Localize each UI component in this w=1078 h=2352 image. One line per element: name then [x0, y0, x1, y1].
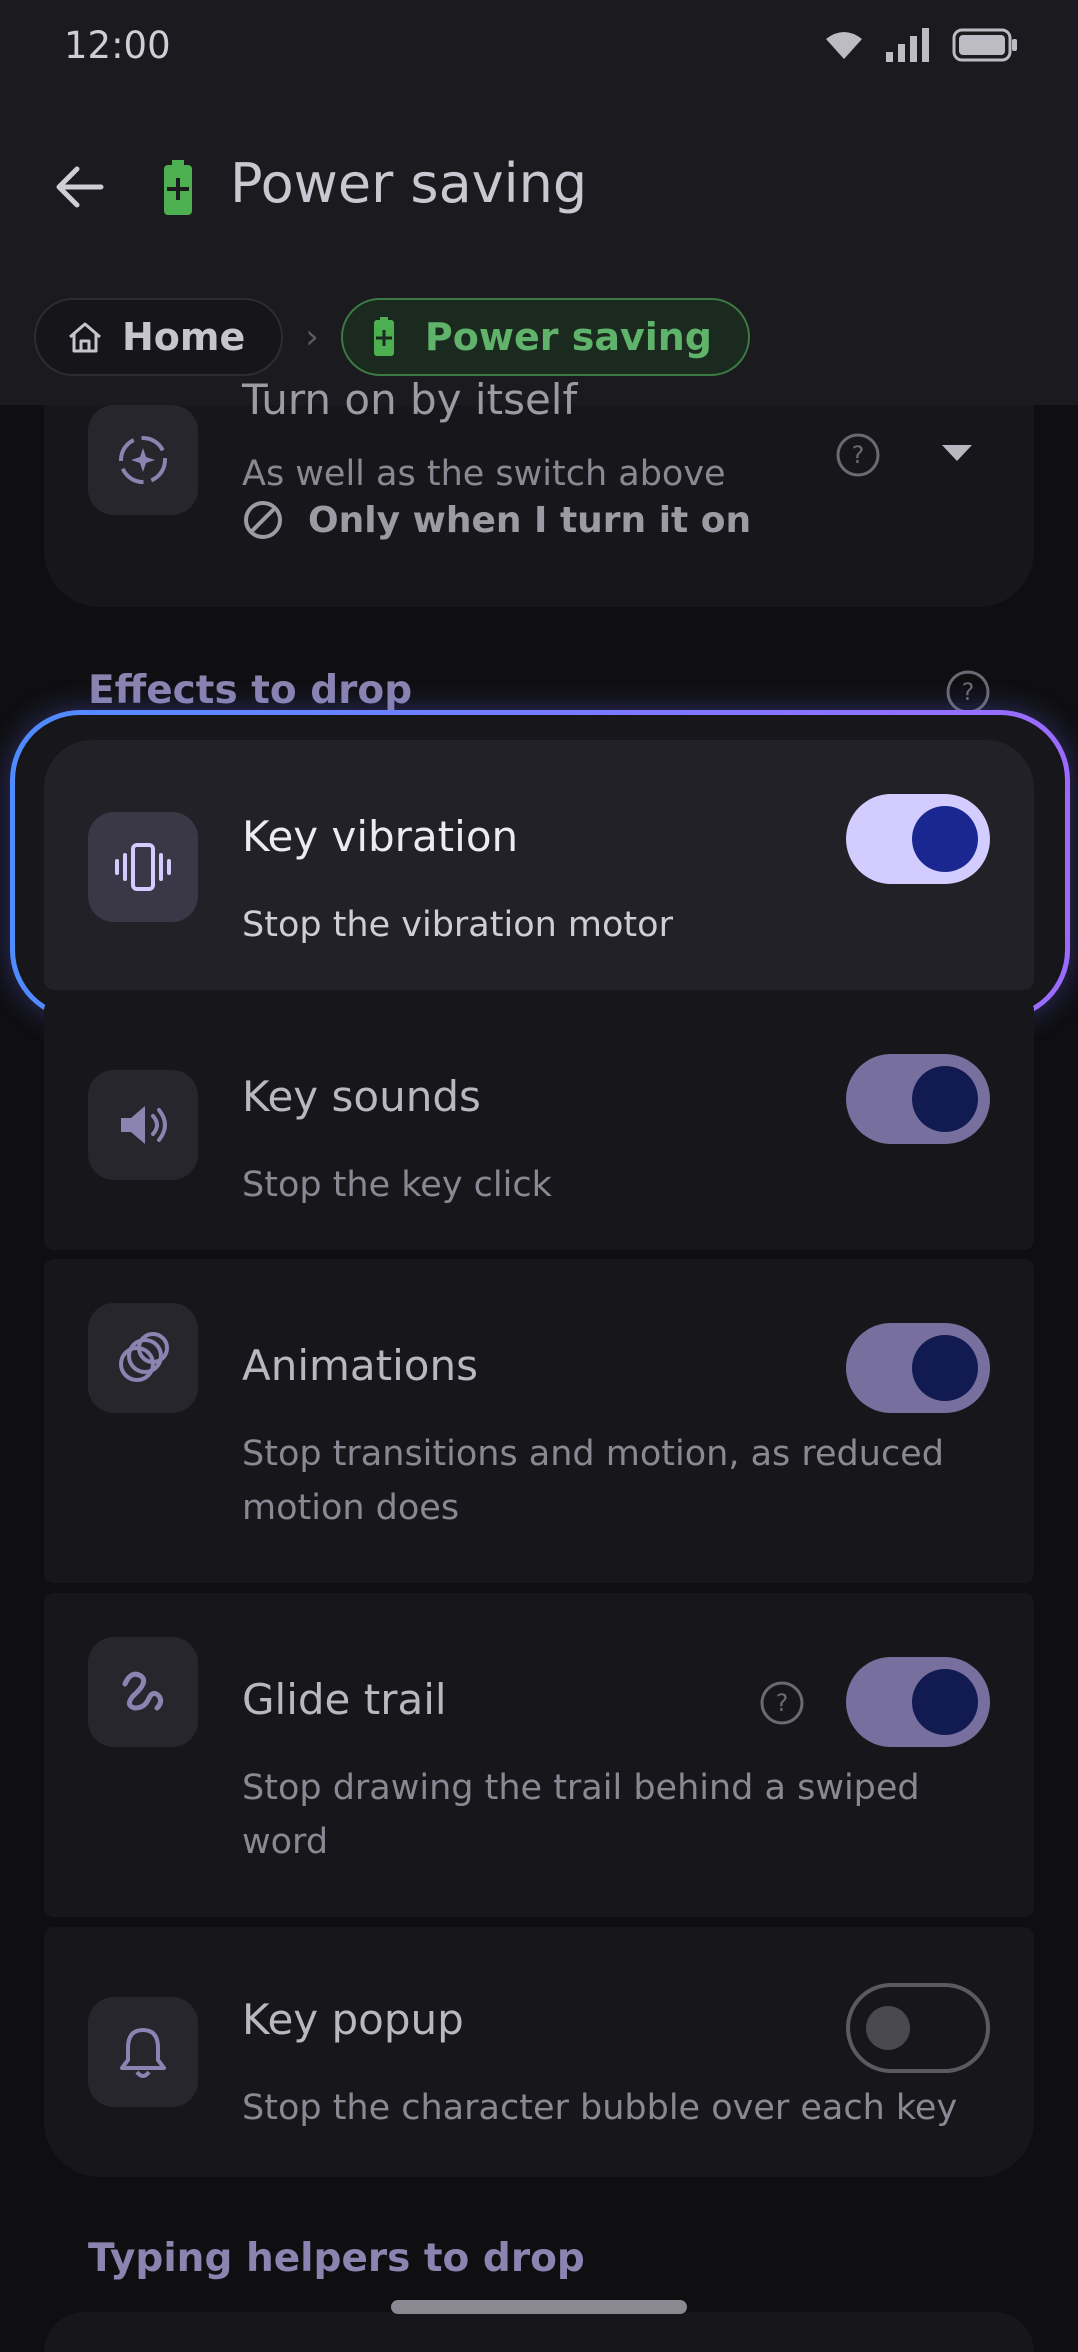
- effect-icon-box: [88, 1997, 198, 2107]
- block-icon: [244, 501, 282, 539]
- effect-toggle-key-popup[interactable]: [846, 1983, 990, 2073]
- page-title: Power saving: [230, 152, 588, 215]
- breadcrumb-current-label: Power saving: [424, 315, 713, 359]
- effect-icon-box: [88, 812, 198, 922]
- effect-subtitle: Stop transitions and motion, as reduced …: [242, 1434, 944, 1528]
- battery-status-icon: [952, 28, 1017, 62]
- svg-text:?: ?: [962, 678, 975, 706]
- section-title-typing: Typing helpers to drop: [88, 2236, 585, 2281]
- help-icon[interactable]: ?: [758, 1679, 806, 1727]
- breadcrumb: Home › Power saving: [34, 298, 751, 376]
- wifi-icon: [826, 32, 862, 59]
- status-icons: [824, 28, 1018, 62]
- dropdown-arrow-icon[interactable]: [940, 443, 974, 463]
- toggle-knob: [912, 806, 978, 872]
- animation-icon: [119, 1332, 169, 1382]
- auto-on-value-label: Only when I turn it on: [308, 499, 752, 541]
- effect-subtitle: Stop the character bubble over each key: [242, 2088, 958, 2128]
- svg-text:?: ?: [852, 441, 865, 469]
- effect-toggle-key-sounds[interactable]: [846, 1054, 990, 1144]
- toggle-knob: [912, 1066, 978, 1132]
- effect-row-key-popup[interactable]: Key popup Stop the character bubble over…: [44, 1927, 1034, 2177]
- effect-icon-box: [88, 1303, 198, 1413]
- home-icon: [69, 322, 101, 353]
- bell-icon: [120, 2028, 166, 2078]
- effect-row-glide-trail[interactable]: Glide trail Stop drawing the trail behin…: [44, 1593, 1034, 1917]
- auto-on-title: Turn on by itself: [242, 375, 578, 424]
- effect-title: Animations: [242, 1341, 479, 1390]
- effect-toggle-glide-trail[interactable]: [846, 1657, 990, 1747]
- breadcrumb-current[interactable]: Power saving: [340, 298, 751, 376]
- typing-helpers-card: [44, 2312, 1034, 2352]
- effect-subtitle: Stop the key click: [242, 1165, 552, 1205]
- effect-subtitle: Stop drawing the trail behind a swiped w…: [242, 1768, 920, 1862]
- help-icon[interactable]: ?: [834, 431, 882, 479]
- effect-subtitle: Stop the vibration motor: [242, 905, 673, 945]
- auto-on-value: Only when I turn it on: [242, 499, 751, 541]
- breadcrumb-home[interactable]: Home: [34, 298, 284, 376]
- section-title-effects: Effects to drop: [88, 668, 413, 713]
- signal-icon: [886, 28, 929, 62]
- help-icon[interactable]: ?: [944, 668, 992, 716]
- effect-title: Key vibration: [242, 812, 519, 861]
- status-bar: 12:00: [0, 0, 1078, 100]
- home-indicator[interactable]: [391, 2300, 687, 2314]
- toggle-knob: [912, 1669, 978, 1735]
- gesture-icon: [122, 1671, 164, 1711]
- auto-on-card[interactable]: Turn on by itself As well as the switch …: [44, 375, 1034, 607]
- effect-icon-box: [88, 1637, 198, 1747]
- app-bar: Power saving Home › Power saving: [0, 100, 1078, 405]
- svg-text:?: ?: [776, 1689, 789, 1717]
- back-button[interactable]: [44, 152, 114, 222]
- auto-on-icon-box: [88, 405, 198, 515]
- effect-row-animations[interactable]: Animations Stop transitions and motion, …: [44, 1259, 1034, 1583]
- battery-icon: [373, 317, 394, 356]
- auto-on-subtitle: As well as the switch above: [242, 454, 726, 494]
- breadcrumb-home-label: Home: [122, 315, 246, 359]
- effect-title: Key popup: [242, 1995, 464, 2044]
- effect-row-key-sounds[interactable]: Key sounds Stop the key click: [44, 1000, 1034, 1250]
- chevron-right-icon: ›: [305, 317, 319, 357]
- battery-icon: [164, 160, 192, 215]
- arrow-back-icon: [56, 166, 104, 208]
- effect-title: Key sounds: [242, 1072, 481, 1121]
- toggle-knob: [912, 1335, 978, 1401]
- volume-icon: [121, 1106, 167, 1144]
- toggle-knob: [866, 2006, 910, 2050]
- effect-toggle-animations[interactable]: [846, 1323, 990, 1413]
- vibration-icon: [115, 843, 171, 891]
- effect-row-key-vibration[interactable]: Key vibration Stop the vibration motor: [44, 740, 1034, 990]
- effect-title: Glide trail: [242, 1675, 447, 1724]
- auto-mode-icon: [119, 436, 167, 484]
- effect-toggle-key-vibration[interactable]: [846, 794, 990, 884]
- effect-icon-box: [88, 1070, 198, 1180]
- status-time: 12:00: [64, 24, 171, 67]
